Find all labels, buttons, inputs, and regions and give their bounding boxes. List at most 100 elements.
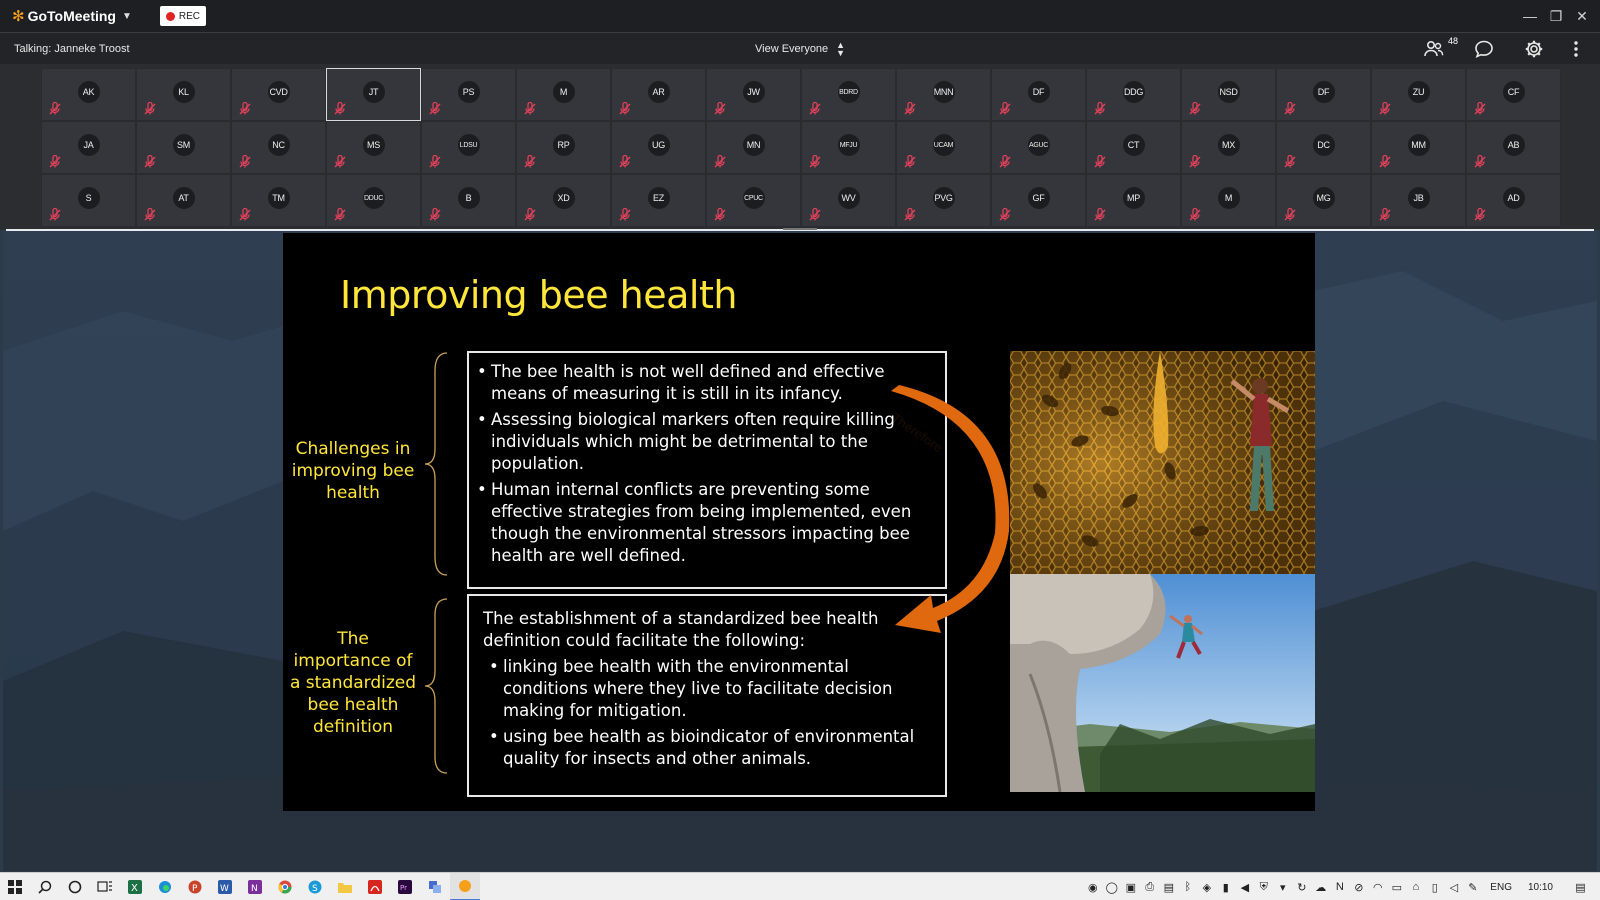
restore-icon[interactable]: ❐ [1544,8,1568,25]
onenote-tray-icon[interactable]: N [1330,881,1349,893]
attendee-tile[interactable]: DC [1276,121,1371,174]
avatar: B [457,187,480,209]
search-icon[interactable] [30,873,60,900]
display-icon[interactable]: ▭ [1387,881,1406,894]
attendee-tile[interactable]: MNN [896,68,991,121]
attendee-tile[interactable]: KL [136,68,231,121]
attendee-tile[interactable]: EZ [611,174,706,227]
app-menu[interactable]: ✻ GoToMeeting ▼ [12,7,132,25]
close-icon[interactable]: ✕ [1570,8,1594,25]
attendee-tile[interactable]: MM [1371,121,1466,174]
pen-icon[interactable]: ✎ [1463,881,1482,894]
security-icon[interactable]: ⛨ [1254,881,1273,894]
task-view-icon[interactable] [90,873,120,900]
cloud-icon[interactable]: ☁ [1311,881,1330,894]
attendee-tile[interactable]: UG [611,121,706,174]
clock[interactable]: 10:10 [1528,882,1553,893]
attendee-tile[interactable]: DF [991,68,1086,121]
excel-icon[interactable]: X [120,873,150,900]
battery-icon[interactable]: ▯ [1425,881,1444,894]
volume-icon[interactable]: ◁ [1444,881,1463,894]
chrome-icon[interactable] [270,873,300,900]
attendee-tile[interactable]: SM [136,121,231,174]
view-selector[interactable]: View Everyone ▲ ▼ [755,33,845,65]
attendee-tile[interactable]: AD [1466,174,1561,227]
attendee-tile[interactable]: PVG [896,174,991,227]
file-explorer-icon[interactable] [330,873,360,900]
attendee-tile[interactable]: ZU [1371,68,1466,121]
cortana-icon[interactable] [60,873,90,900]
attendee-tile[interactable]: JW [706,68,801,121]
sync-icon[interactable]: ↻ [1292,881,1311,894]
powerpoint-icon[interactable]: P [180,873,210,900]
word-icon[interactable]: W [210,873,240,900]
attendee-tile[interactable]: M [516,68,611,121]
chat-button[interactable] [1470,35,1498,63]
window-tray-icon[interactable]: ▤ [1159,881,1178,894]
chat-tray-icon[interactable]: ◯ [1102,881,1121,894]
onenote-icon[interactable]: N [240,873,270,900]
resize-handle[interactable] [783,228,817,230]
more-options-button[interactable] [1562,35,1590,63]
windows-start-icon[interactable] [0,873,30,900]
attendee-tile[interactable]: M [1181,174,1276,227]
attendee-tile[interactable]: TM [231,174,326,227]
attendee-tile[interactable]: AK [41,68,136,121]
attendee-tile[interactable]: S [41,174,136,227]
attendee-tile[interactable]: B [421,174,516,227]
attendee-tile[interactable]: DDUC [326,174,421,227]
attendee-tile[interactable]: XD [516,174,611,227]
attendee-tile[interactable]: MS [326,121,421,174]
minimize-icon[interactable]: — [1518,8,1542,24]
attendee-tile[interactable]: RP [516,121,611,174]
attendee-tile[interactable]: DF [1276,68,1371,121]
printer-tray-icon[interactable]: ⎙ [1140,881,1159,894]
attendee-tile[interactable]: MG [1276,174,1371,227]
attendee-tile[interactable]: AGUC [991,121,1086,174]
attendee-tile[interactable]: GF [991,174,1086,227]
attendee-tile[interactable]: MP [1086,174,1181,227]
microphone-icon[interactable]: ▮ [1216,881,1235,894]
attendee-tile[interactable]: DDG [1086,68,1181,121]
attendee-tile[interactable]: JT [326,68,421,121]
attendee-tile[interactable]: CF [1466,68,1561,121]
acrobat-icon[interactable] [360,873,390,900]
premiere-icon[interactable]: Pr [390,873,420,900]
attendee-tile[interactable]: CPUC [706,174,801,227]
attendees-button[interactable]: 48 [1420,35,1458,63]
attendee-tile[interactable]: MX [1181,121,1276,174]
network-icon[interactable]: ⌂ [1406,881,1425,893]
speaker-icon[interactable]: ◀ [1235,881,1254,894]
bluetooth-icon[interactable]: ᛒ [1178,881,1197,893]
edge-icon[interactable] [150,873,180,900]
app-icon[interactable] [420,873,450,900]
notification-app-icon[interactable]: ◉ [1083,881,1102,894]
action-center-icon[interactable]: ▤ [1571,881,1590,894]
skype-icon[interactable]: S [300,873,330,900]
attendee-tile[interactable]: AT [136,174,231,227]
attendee-tile[interactable]: NC [231,121,326,174]
gotomeeting-icon[interactable] [450,872,480,900]
attendee-tile[interactable]: AR [611,68,706,121]
attendee-tile[interactable]: MN [706,121,801,174]
hidden-icon[interactable]: ⊘ [1349,881,1368,894]
attendee-tile[interactable]: JA [41,121,136,174]
attendee-tile[interactable]: PS [421,68,516,121]
recording-indicator[interactable]: REC [159,6,207,26]
attendee-tile[interactable]: BDRD [801,68,896,121]
settings-button[interactable] [1520,35,1548,63]
folder-tray-icon[interactable]: ▾ [1273,881,1292,894]
attendee-tile[interactable]: CVD [231,68,326,121]
attendee-tile[interactable]: NSD [1181,68,1276,121]
attendee-tile[interactable]: CT [1086,121,1181,174]
attendee-tile[interactable]: MFJU [801,121,896,174]
attendee-tile[interactable]: AB [1466,121,1561,174]
camera-tray-icon[interactable]: ▣ [1121,881,1140,894]
attendee-tile[interactable]: WV [801,174,896,227]
attendee-tile[interactable]: LDSU [421,121,516,174]
wifi-icon[interactable]: ◠ [1368,881,1387,894]
attendee-tile[interactable]: JB [1371,174,1466,227]
language-indicator[interactable]: ENG [1490,882,1512,893]
shield-icon[interactable]: ◈ [1197,881,1216,894]
attendee-tile[interactable]: UCAM [896,121,991,174]
